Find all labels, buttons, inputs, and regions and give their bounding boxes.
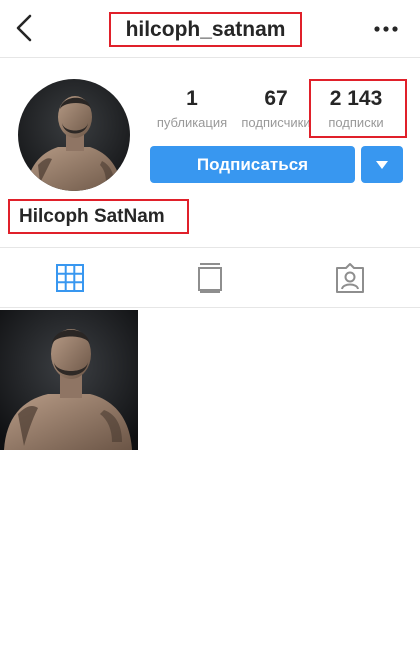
follow-button[interactable]: Подписаться (150, 146, 355, 183)
feed-icon (198, 262, 222, 293)
post-image (0, 310, 138, 450)
profile-username: hilcoph_satnam (109, 12, 302, 47)
post-thumbnail[interactable] (0, 310, 138, 450)
profile-full-name: Hilcoph SatNam (8, 199, 189, 234)
tab-grid[interactable] (0, 248, 140, 307)
caret-down-icon (376, 160, 388, 169)
posts-label: публикация (156, 115, 228, 130)
tab-feed[interactable] (140, 248, 280, 307)
posts-count: 1 (186, 87, 198, 110)
chevron-left-icon (16, 14, 32, 42)
grid-icon (56, 263, 84, 292)
suggestions-dropdown-button[interactable] (361, 146, 403, 183)
top-bar: hilcoph_satnam (0, 0, 420, 58)
more-dots-icon (374, 26, 398, 32)
back-button[interactable] (10, 12, 40, 44)
stat-posts: 1 публикация (150, 86, 234, 132)
following-highlight-box (309, 79, 407, 138)
tab-tagged[interactable] (280, 248, 420, 307)
tagged-icon (336, 262, 364, 293)
more-options-button[interactable] (370, 18, 402, 40)
profile-photo (18, 79, 130, 191)
profile-tabs (0, 247, 420, 308)
avatar[interactable] (18, 79, 130, 191)
